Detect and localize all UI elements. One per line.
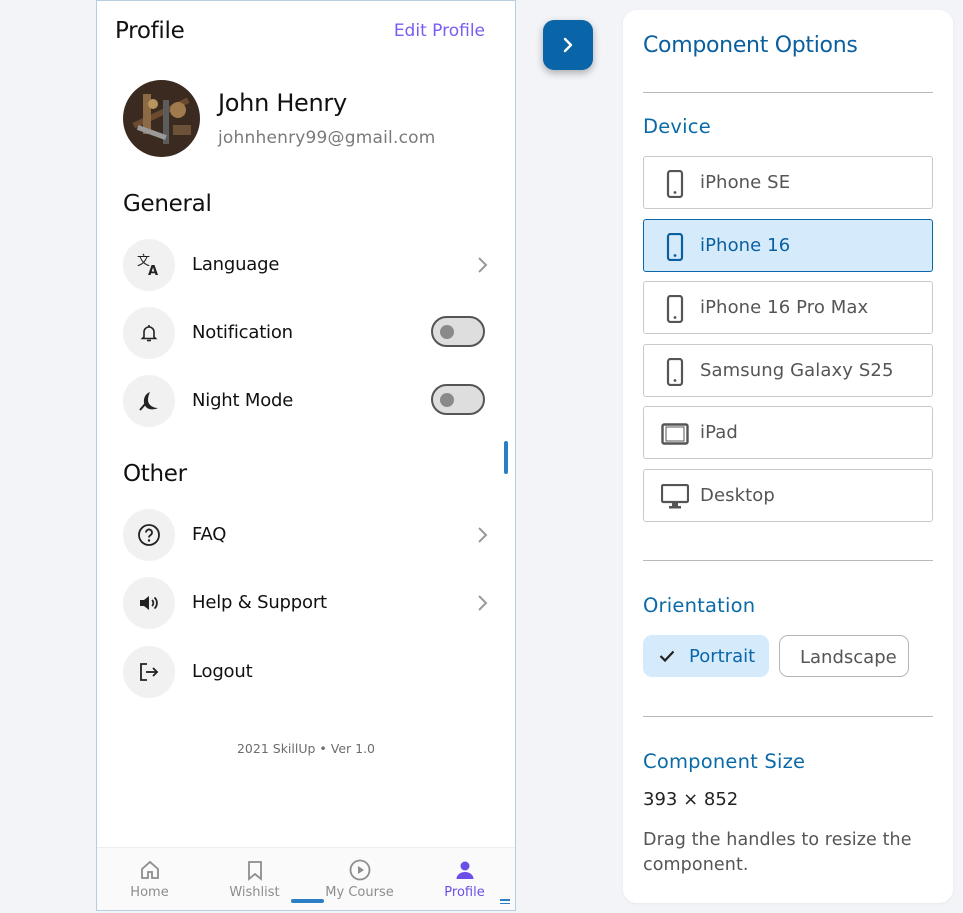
component-size-title: Component Size: [643, 750, 806, 773]
section-title-other: Other: [123, 461, 187, 487]
menu-item-night-mode: Night Mode: [123, 375, 489, 427]
tab-home[interactable]: Home: [97, 848, 202, 910]
resize-handle[interactable]: [500, 899, 510, 905]
menu-item-language[interactable]: 文A Language: [123, 239, 489, 291]
orientation-label: Landscape: [800, 647, 897, 668]
desktop-icon: [660, 482, 690, 512]
scrollbar-thumb[interactable]: [504, 441, 508, 474]
panel-title: Component Options: [643, 33, 858, 58]
device-label: iPad: [700, 422, 738, 443]
component-options-panel: Component Options Device iPhone SE iPhon…: [623, 10, 953, 903]
user-email: johnhenry99@gmail.com: [218, 128, 436, 148]
menu-item-label: Logout: [192, 661, 253, 682]
bottom-tab-bar: Home Wishlist My Course Profile: [97, 847, 515, 910]
bell-icon: [123, 307, 175, 359]
bookmark-icon: [247, 861, 262, 881]
device-label: iPhone SE: [700, 172, 791, 193]
menu-item-logout[interactable]: Logout: [123, 646, 489, 698]
toggle-knob: [440, 393, 454, 407]
device-section-title: Device: [643, 115, 711, 138]
app-version: 2021 SkillUp • Ver 1.0: [236, 741, 376, 756]
chevron-right-icon: [478, 527, 488, 543]
divider: [643, 92, 933, 93]
night-mode-toggle[interactable]: [431, 384, 485, 415]
phone-icon: [660, 232, 690, 262]
toggle-knob: [440, 325, 454, 339]
tab-label: Profile: [444, 885, 485, 900]
divider: [643, 716, 933, 717]
user-name: John Henry: [218, 89, 347, 117]
menu-item-notification: Notification: [123, 307, 489, 359]
tab-label: Home: [130, 885, 169, 900]
notification-toggle[interactable]: [431, 316, 485, 347]
device-option-iphone-16-pro-max[interactable]: iPhone 16 Pro Max: [643, 281, 933, 334]
orientation-label: Portrait: [689, 646, 756, 667]
device-label: Samsung Galaxy S25: [700, 360, 894, 381]
speaker-icon: [123, 577, 175, 629]
orientation-section-title: Orientation: [643, 594, 756, 617]
divider: [643, 560, 933, 561]
edit-profile-button[interactable]: Edit Profile: [394, 21, 485, 41]
orientation-landscape-button[interactable]: Landscape: [779, 635, 909, 677]
moon-icon: [123, 375, 175, 427]
play-circle-icon: [349, 859, 370, 881]
resize-hint: Drag the handles to resize the component…: [643, 830, 912, 875]
menu-item-label: Help & Support: [192, 592, 327, 613]
device-option-ipad[interactable]: iPad: [643, 406, 933, 459]
menu-item-help-support[interactable]: Help & Support: [123, 577, 489, 629]
section-title-general: General: [123, 191, 212, 217]
menu-item-faq[interactable]: FAQ: [123, 509, 489, 561]
translate-icon: 文A: [123, 239, 175, 291]
profile-header: Profile Edit Profile: [115, 18, 485, 48]
device-option-iphone-se[interactable]: iPhone SE: [643, 156, 933, 209]
phone-icon: [660, 169, 690, 199]
phone-icon: [660, 294, 690, 324]
tab-label: Wishlist: [229, 885, 280, 900]
chevron-right-icon: [478, 257, 488, 273]
device-label: Desktop: [700, 485, 775, 506]
orientation-portrait-button[interactable]: Portrait: [643, 635, 769, 677]
menu-item-label: Language: [192, 254, 280, 275]
component-size-value: 393 × 852: [643, 789, 739, 810]
home-indicator: [291, 899, 324, 903]
question-circle-icon: [123, 509, 175, 561]
chevron-right-icon: [478, 595, 488, 611]
svg-text:A: A: [148, 264, 158, 278]
tab-label: My Course: [325, 885, 394, 900]
device-label: iPhone 16 Pro Max: [700, 297, 869, 318]
phone-preview: Profile Edit Profile John Henry johnhenr…: [96, 0, 516, 911]
toggle-options-panel-button[interactable]: [543, 20, 593, 70]
check-icon: [659, 650, 675, 663]
chevron-right-icon: [563, 37, 573, 53]
logout-icon: [123, 646, 175, 698]
phone-icon: [660, 357, 690, 387]
home-icon: [140, 860, 159, 879]
avatar[interactable]: [123, 80, 200, 157]
menu-item-label: Notification: [192, 322, 293, 343]
menu-item-label: FAQ: [192, 524, 227, 545]
device-label: iPhone 16: [700, 235, 791, 256]
person-icon: [456, 861, 473, 879]
device-option-samsung-galaxy-s25[interactable]: Samsung Galaxy S25: [643, 344, 933, 397]
tablet-icon: [660, 419, 690, 449]
page-title: Profile: [115, 18, 185, 44]
device-option-iphone-16[interactable]: iPhone 16: [643, 219, 933, 272]
device-option-desktop[interactable]: Desktop: [643, 469, 933, 522]
menu-item-label: Night Mode: [192, 390, 294, 411]
